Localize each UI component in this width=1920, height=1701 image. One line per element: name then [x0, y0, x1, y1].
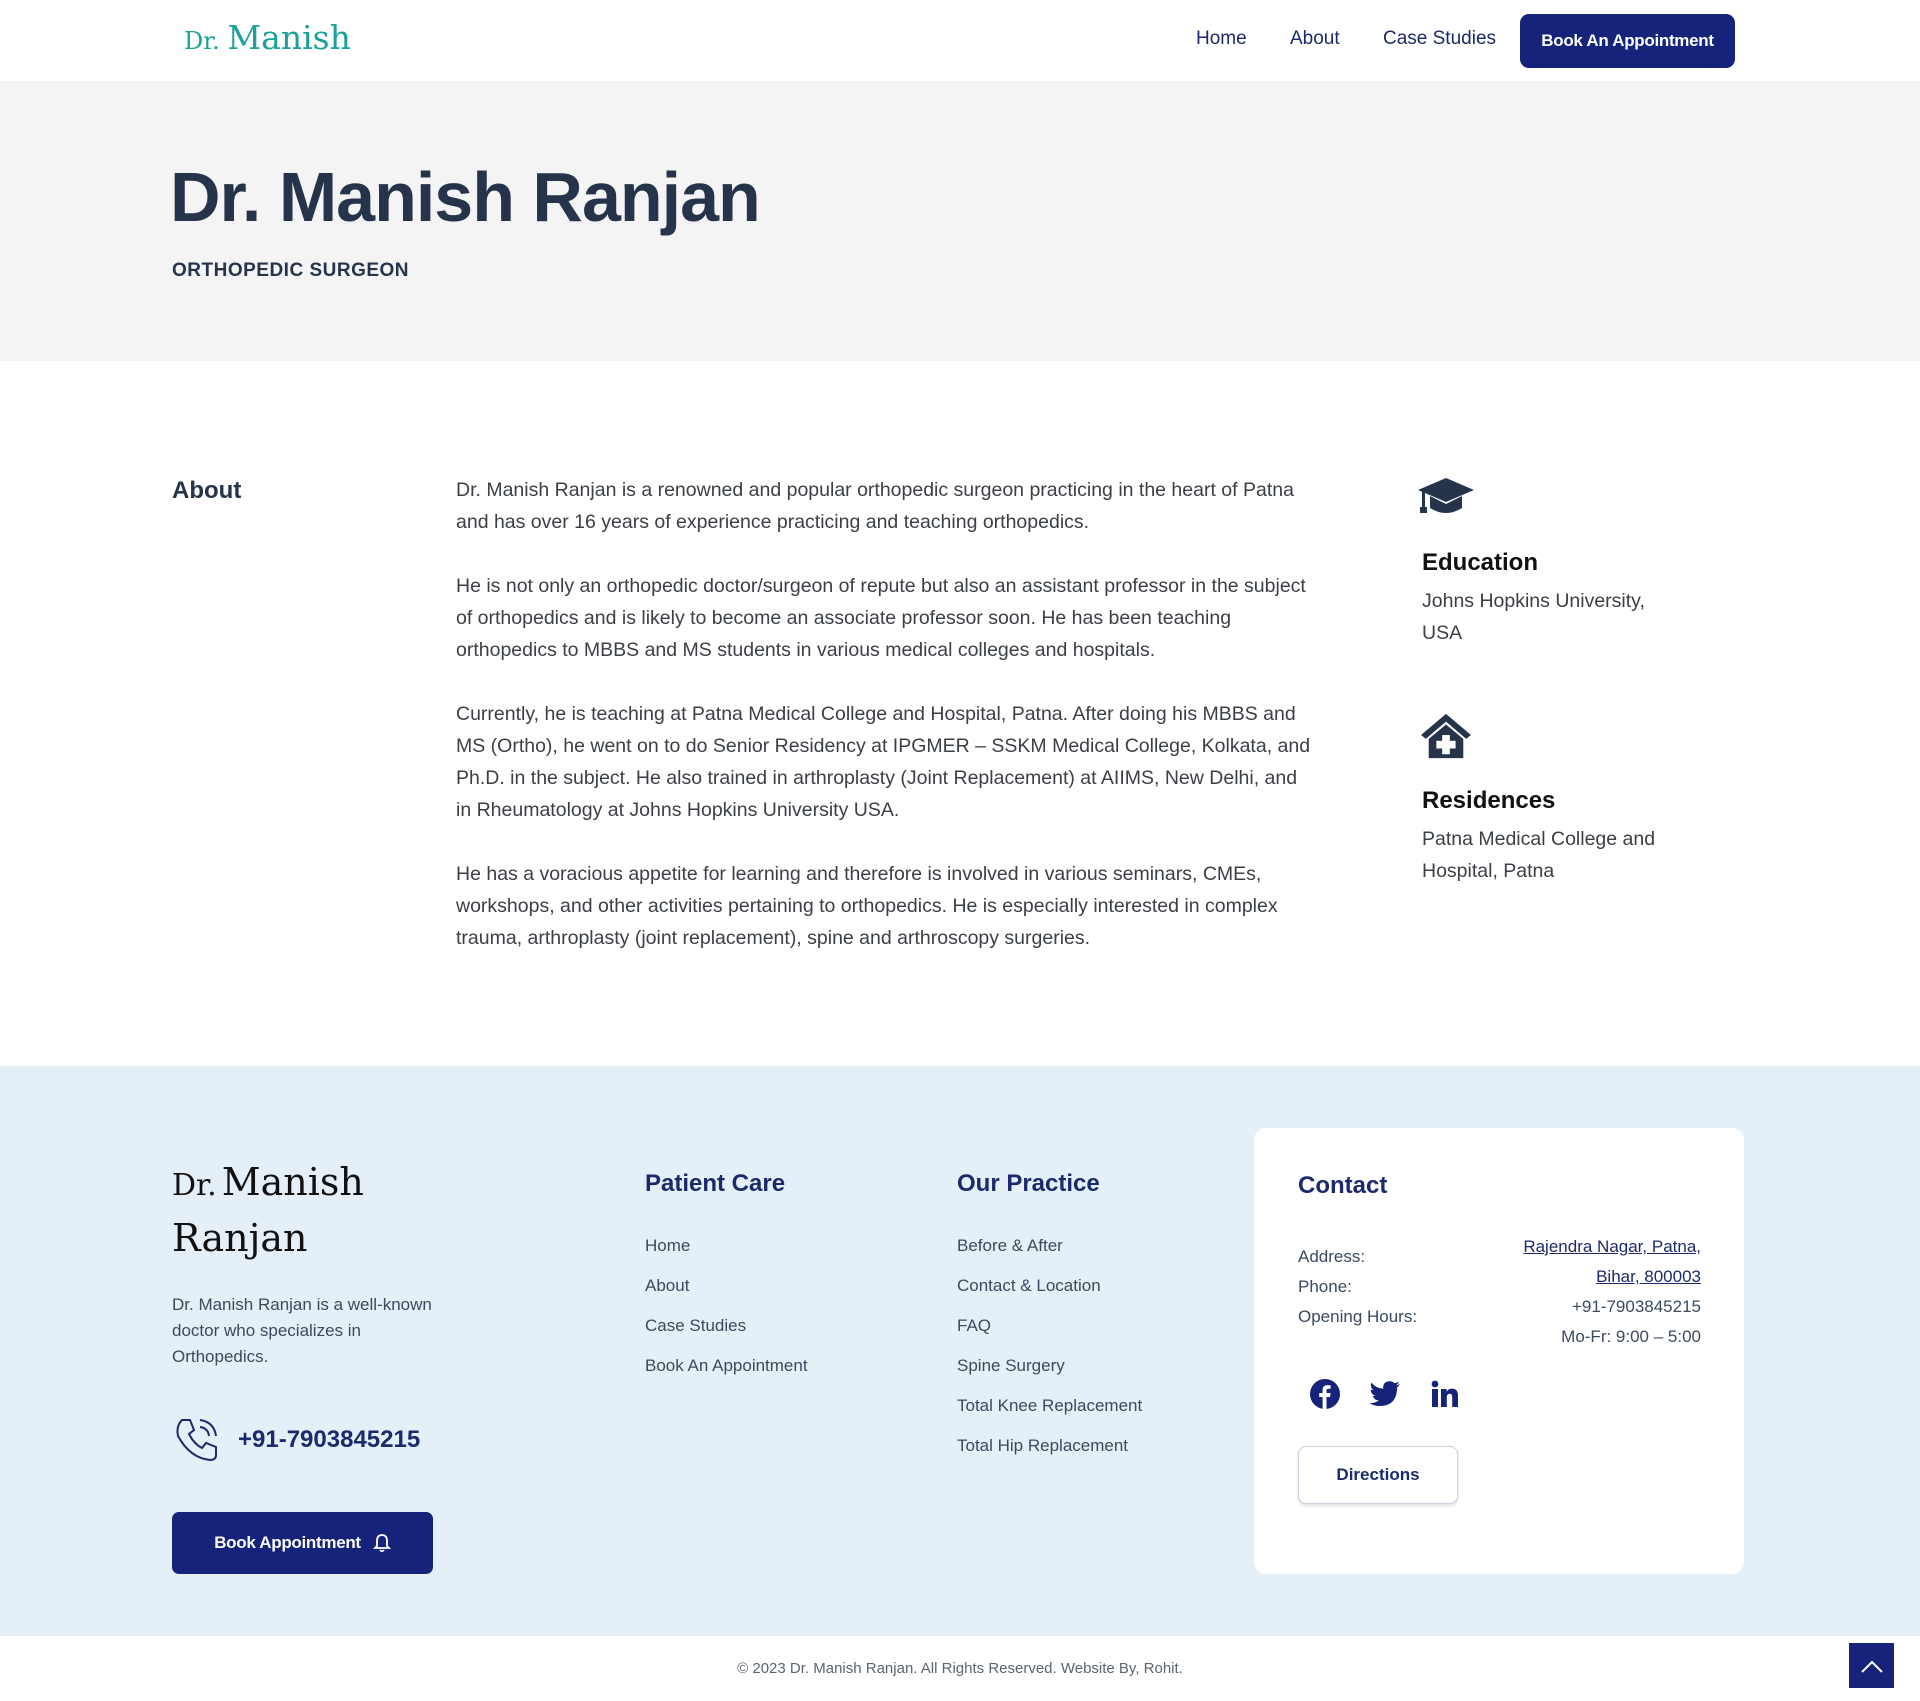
- education-text: Johns Hopkins University, USA: [1422, 590, 1645, 644]
- contact-labels: Address: Phone: Opening Hours:: [1298, 1242, 1417, 1332]
- footer-link-before-after[interactable]: Before & After: [957, 1236, 1142, 1276]
- graduation-cap-icon: [1418, 478, 1474, 513]
- address-link-line1[interactable]: Rajendra Nagar, Patna,: [1523, 1232, 1701, 1262]
- book-appointment-button[interactable]: Book An Appointment: [1520, 14, 1735, 68]
- footer-phone-number[interactable]: +91-7903845215: [238, 1426, 420, 1454]
- linkedin-icon[interactable]: [1429, 1378, 1461, 1410]
- footer-link-contact-location[interactable]: Contact & Location: [957, 1276, 1142, 1316]
- about-heading: About: [172, 477, 242, 504]
- twitter-icon[interactable]: [1369, 1378, 1401, 1410]
- about-paragraph: He is not only an orthopedic doctor/surg…: [456, 575, 1306, 661]
- nav-case-studies[interactable]: Case Studies: [1383, 28, 1496, 50]
- phone-icon: [176, 1419, 217, 1462]
- contact-values: Rajendra Nagar, Patna, Bihar, 800003 +91…: [1523, 1232, 1701, 1352]
- facebook-icon[interactable]: [1309, 1378, 1341, 1410]
- bell-icon: [372, 1534, 391, 1553]
- hours-label: Opening Hours:: [1298, 1307, 1418, 1326]
- contact-heading: Contact: [1298, 1172, 1388, 1199]
- hospital-house-icon: [1421, 713, 1471, 759]
- page-title: Dr. Manish Ranjan: [170, 158, 761, 236]
- footer-link-book-appointment[interactable]: Book An Appointment: [645, 1356, 808, 1396]
- phone-label: Phone:: [1298, 1277, 1352, 1296]
- contact-phone: +91-7903845215: [1571, 1297, 1701, 1316]
- page-subtitle: ORTHOPEDIC SURGEON: [172, 260, 410, 281]
- chevron-up-icon: [1860, 1660, 1883, 1673]
- site-footer: Dr. Manish Ranjan Dr. Manish Ranjan is a…: [0, 1066, 1920, 1636]
- footer-logo-big: Manish: [221, 1160, 364, 1204]
- footer-logo-small: Dr.: [172, 1168, 217, 1203]
- contact-card: Contact Address: Phone: Opening Hours: R…: [1254, 1128, 1744, 1574]
- residences-block: Residences Patna Medical College and Hos…: [1416, 712, 1676, 887]
- footer-book-label: Book Appointment: [214, 1533, 361, 1552]
- education-block: Education Johns Hopkins University, USA: [1416, 474, 1676, 649]
- nav-home[interactable]: Home: [1196, 28, 1247, 50]
- footer-link-case-studies[interactable]: Case Studies: [645, 1316, 808, 1356]
- footer-description: Dr. Manish Ranjan is a well-known doctor…: [172, 1295, 432, 1366]
- copyright-text: © 2023 Dr. Manish Ranjan. All Rights Res…: [737, 1660, 1183, 1677]
- logo-big-text: Manish: [227, 18, 351, 57]
- residences-title: Residences: [1422, 787, 1556, 814]
- address-link-line2[interactable]: Bihar, 800003: [1523, 1262, 1701, 1292]
- patient-care-column: Patient Care Home About Case Studies Boo…: [645, 1170, 808, 1396]
- footer-link-home[interactable]: Home: [645, 1236, 808, 1276]
- our-practice-heading: Our Practice: [957, 1170, 1100, 1197]
- footer-link-about[interactable]: About: [645, 1276, 808, 1316]
- footer-link-knee-replacement[interactable]: Total Knee Replacement: [957, 1396, 1142, 1436]
- directions-button[interactable]: Directions: [1298, 1446, 1458, 1504]
- about-paragraph: He has a voracious appetite for learning…: [456, 863, 1278, 949]
- hero-section: Dr. Manish Ranjan ORTHOPEDIC SURGEON: [0, 81, 1920, 361]
- site-logo[interactable]: Dr. Manish: [184, 18, 351, 57]
- about-paragraph: Currently, he is teaching at Patna Medic…: [456, 703, 1311, 821]
- scroll-to-top-button[interactable]: [1849, 1643, 1894, 1688]
- logo-small-text: Dr.: [184, 27, 220, 55]
- about-paragraph: Dr. Manish Ranjan is a renowned and popu…: [456, 479, 1294, 533]
- footer-book-appointment-button[interactable]: Book Appointment: [172, 1512, 433, 1574]
- address-label: Address:: [1298, 1247, 1366, 1266]
- opening-hours: Mo-Fr: 9:00 – 5:00: [1561, 1327, 1701, 1346]
- site-header: Dr. Manish Home About Case Studies Book …: [0, 0, 1920, 81]
- education-title: Education: [1422, 549, 1539, 576]
- nav-about[interactable]: About: [1290, 28, 1340, 50]
- footer-logo: Dr. Manish Ranjan: [172, 1158, 364, 1270]
- footer-logo-line2: Ranjan: [172, 1216, 308, 1260]
- social-links: [1309, 1378, 1461, 1410]
- about-body: Dr. Manish Ranjan is a renowned and popu…: [456, 474, 1316, 986]
- patient-care-heading: Patient Care: [645, 1170, 786, 1197]
- footer-link-spine-surgery[interactable]: Spine Surgery: [957, 1356, 1142, 1396]
- footer-link-faq[interactable]: FAQ: [957, 1316, 1142, 1356]
- footer-link-hip-replacement[interactable]: Total Hip Replacement: [957, 1436, 1142, 1476]
- our-practice-column: Our Practice Before & After Contact & Lo…: [957, 1170, 1142, 1476]
- residences-text: Patna Medical College and Hospital, Patn…: [1422, 828, 1656, 882]
